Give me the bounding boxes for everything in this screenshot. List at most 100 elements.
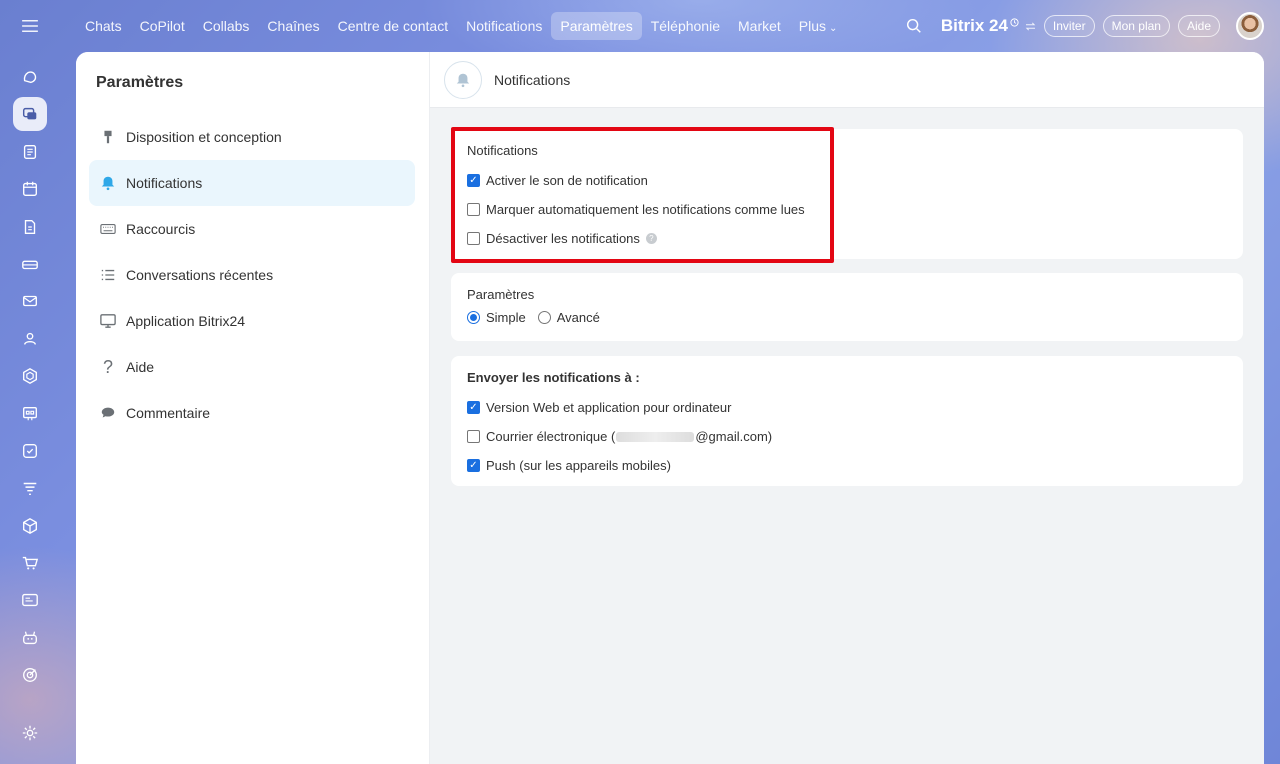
- sidebar-item-label: Disposition et conception: [126, 129, 282, 145]
- content-header: Notifications: [430, 52, 1264, 108]
- advanced-label[interactable]: Avancé: [557, 310, 600, 325]
- comment-icon: [99, 404, 117, 422]
- simple-radio[interactable]: [467, 311, 480, 324]
- redacted-email: [616, 431, 695, 442]
- sidebar-item-shortcuts[interactable]: Raccourcis: [89, 206, 415, 252]
- nav-settings[interactable]: Paramètres: [551, 12, 642, 40]
- left-rail: [0, 0, 60, 764]
- bell-icon: [444, 60, 482, 99]
- brand-logo[interactable]: Bitrix 24: [941, 16, 1036, 36]
- invite-button[interactable]: Inviter: [1043, 15, 1095, 37]
- help-icon[interactable]: ?: [645, 233, 657, 244]
- avatar[interactable]: [1236, 12, 1264, 40]
- rail-target-icon[interactable]: [13, 658, 47, 692]
- nav-telephony[interactable]: Téléphonie: [642, 12, 729, 40]
- sidebar-item-recent-conversations[interactable]: Conversations récentes: [89, 252, 415, 298]
- rail-funnel-icon[interactable]: [13, 471, 47, 505]
- nav-more[interactable]: Plus ⌄: [790, 12, 847, 40]
- keyboard-icon: [99, 220, 117, 238]
- email-checkbox[interactable]: [467, 430, 480, 443]
- card-title: Envoyer les notifications à :: [467, 370, 640, 385]
- rail-calendar-icon[interactable]: [13, 172, 47, 206]
- nav-contact-center[interactable]: Centre de contact: [329, 12, 458, 40]
- sidebar-item-label: Notifications: [126, 175, 203, 191]
- push-checkbox[interactable]: ✓: [467, 459, 480, 472]
- content-title: Notifications: [494, 71, 571, 88]
- sidebar-item-notifications[interactable]: Notifications: [89, 160, 415, 206]
- chevron-down-icon: ⌄: [829, 23, 838, 34]
- option-label: Push (sur les appareils mobiles): [486, 458, 671, 473]
- rail-tasks-icon[interactable]: [13, 434, 47, 468]
- email-prefix: Courrier électronique (: [486, 429, 616, 444]
- sidebar-item-help[interactable]: ? Aide: [89, 344, 415, 390]
- nav-notifications[interactable]: Notifications: [457, 12, 551, 40]
- monitor-icon: [99, 312, 117, 330]
- sidebar-item-label: Raccourcis: [126, 221, 196, 237]
- parameters-card: Paramètres Simple Avancé: [451, 273, 1243, 341]
- sidebar-item-label: Commentaire: [126, 405, 211, 421]
- rail-document-icon[interactable]: [13, 210, 47, 244]
- email-option[interactable]: Courrier électronique ( @gmail.com): [467, 422, 1227, 451]
- swap-icon[interactable]: [1025, 22, 1036, 31]
- card-title: Notifications: [467, 143, 538, 158]
- nav-collabs[interactable]: Collabs: [194, 12, 259, 40]
- search-icon[interactable]: [905, 17, 923, 35]
- nav-market[interactable]: Market: [729, 12, 790, 40]
- web-desktop-option[interactable]: ✓ Version Web et application pour ordina…: [467, 393, 1227, 422]
- rail-feed-icon[interactable]: [13, 135, 47, 169]
- rail-box-icon[interactable]: [13, 509, 47, 543]
- clock-icon: [1010, 17, 1019, 27]
- sidebar-title: Paramètres: [96, 74, 184, 91]
- sidebar-item-bitrix-app[interactable]: Application Bitrix24: [89, 298, 415, 344]
- nav-channels[interactable]: Chaînes: [258, 12, 328, 40]
- brush-icon: [99, 128, 117, 146]
- auto-mark-read-option[interactable]: Marquer automatiquement les notification…: [467, 195, 1227, 224]
- disable-notifications-option[interactable]: Désactiver les notifications ?: [467, 224, 1227, 253]
- option-label: Activer le son de notification: [486, 173, 648, 188]
- rail-chat-icon[interactable]: [13, 97, 47, 132]
- auto-mark-read-checkbox[interactable]: [467, 203, 480, 216]
- notifications-card: Notifications ✓ Activer le son de notifi…: [451, 129, 1243, 259]
- option-label: Version Web et application pour ordinate…: [486, 400, 732, 415]
- sidebar-item-comment[interactable]: Commentaire: [89, 390, 415, 436]
- sidebar-item-label: Application Bitrix24: [126, 313, 246, 329]
- nav-chats[interactable]: Chats: [76, 12, 131, 40]
- bell-icon: [99, 174, 117, 192]
- my-plan-button[interactable]: Mon plan: [1102, 15, 1170, 37]
- option-label: Marquer automatiquement les notification…: [486, 202, 805, 217]
- rail-contacts-icon[interactable]: [13, 322, 47, 356]
- rail-settings-gear-icon[interactable]: [13, 716, 47, 750]
- nav-more-label: Plus: [798, 18, 827, 34]
- simple-label[interactable]: Simple: [486, 310, 526, 325]
- rail-card-icon[interactable]: [13, 583, 47, 617]
- sidebar-item-label: Conversations récentes: [126, 267, 274, 283]
- settings-content: Notifications Notifications ✓ Activer le…: [430, 52, 1264, 764]
- rail-hexagon-icon[interactable]: [13, 359, 47, 393]
- list-icon: [99, 266, 117, 284]
- rail-copilot-icon[interactable]: [13, 60, 47, 94]
- top-navigation: Chats CoPilot Collabs Chaînes Centre de …: [76, 10, 846, 42]
- sidebar-item-label: Aide: [126, 359, 155, 375]
- rail-board-icon[interactable]: [13, 397, 47, 431]
- email-suffix: @gmail.com): [695, 429, 773, 444]
- sidebar-item-layout[interactable]: Disposition et conception: [89, 114, 415, 160]
- top-right-toolbar: Bitrix 24 Inviter Mon plan Aide: [905, 10, 1264, 42]
- card-title: Paramètres: [467, 287, 535, 302]
- question-icon: ?: [102, 356, 113, 377]
- help-button[interactable]: Aide: [1177, 15, 1220, 37]
- rail-robot-icon[interactable]: [13, 621, 47, 655]
- advanced-radio[interactable]: [537, 311, 551, 324]
- enable-sound-checkbox[interactable]: ✓: [467, 174, 480, 187]
- rail-mail-icon[interactable]: [13, 284, 47, 318]
- send-to-card: Envoyer les notifications à : ✓ Version …: [451, 356, 1243, 486]
- rail-drive-icon[interactable]: [13, 247, 47, 281]
- nav-copilot[interactable]: CoPilot: [131, 12, 194, 40]
- push-option[interactable]: ✓ Push (sur les appareils mobiles): [467, 451, 1227, 480]
- settings-sidebar: Paramètres Disposition et conception Not…: [76, 52, 430, 764]
- hamburger-menu-icon[interactable]: [15, 14, 45, 38]
- enable-sound-option[interactable]: ✓ Activer le son de notification: [467, 166, 1227, 195]
- rail-cart-icon[interactable]: [13, 546, 47, 580]
- web-desktop-checkbox[interactable]: ✓: [467, 401, 480, 414]
- disable-notifications-checkbox[interactable]: [467, 232, 480, 245]
- option-label: Désactiver les notifications: [486, 231, 640, 246]
